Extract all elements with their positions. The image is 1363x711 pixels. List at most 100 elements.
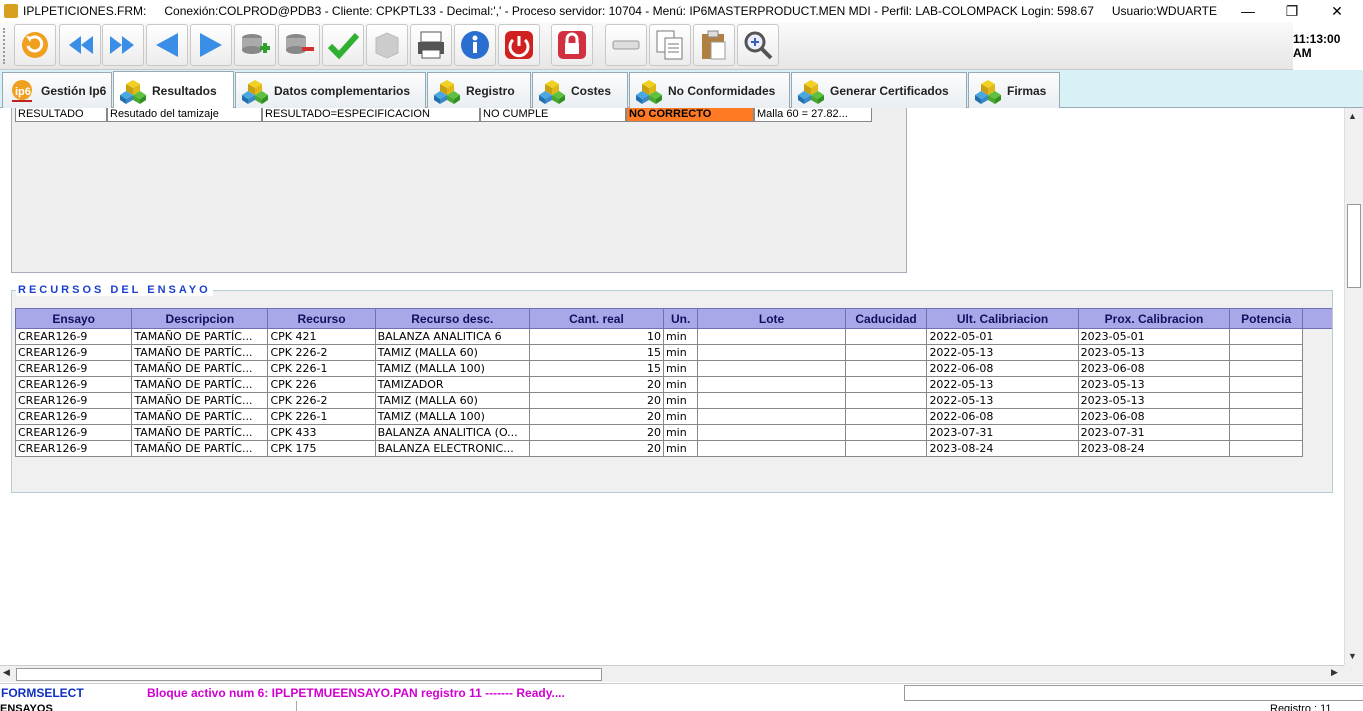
- table-cell[interactable]: TAMIZ (MALLA 100): [374, 360, 530, 377]
- table-cell[interactable]: 2023-06-08: [1077, 360, 1231, 377]
- table-cell[interactable]: TAMIZ (MALLA 100): [374, 408, 530, 425]
- table-row[interactable]: CREAR126-9 TAMAÑO DE PARTÍC... CPK 226-2 TA…: [14, 392, 1332, 409]
- table-cell[interactable]: 2022-06-08: [926, 408, 1079, 425]
- tab-costes[interactable]: Costes: [532, 72, 628, 108]
- resultado-cell[interactable]: RESULTADO: [15, 108, 107, 122]
- table-row[interactable]: CREAR126-9 TAMAÑO DE PARTÍC... CPK 226 TAMI…: [14, 376, 1332, 393]
- print-button[interactable]: [410, 24, 452, 66]
- table-cell[interactable]: 2022-05-13: [926, 376, 1079, 393]
- tab-firmas[interactable]: Firmas: [968, 72, 1060, 108]
- table-cell[interactable]: TAMAÑO DE PARTÍC...: [131, 328, 269, 345]
- table-cell[interactable]: 20: [528, 376, 664, 393]
- minimize-button[interactable]: —: [1225, 0, 1271, 22]
- lock-button[interactable]: [551, 24, 593, 66]
- table-cell[interactable]: 2023-05-13: [1077, 344, 1231, 361]
- table-cell[interactable]: BALANZA ANALITICA (O...: [374, 424, 530, 441]
- table-cell[interactable]: 2023-06-08: [1077, 408, 1231, 425]
- table-cell[interactable]: CREAR126-9: [14, 328, 133, 345]
- previous-button[interactable]: [146, 24, 188, 66]
- table-cell[interactable]: TAMAÑO DE PARTÍC...: [131, 440, 269, 457]
- table-row[interactable]: CREAR126-9 TAMAÑO DE PARTÍC... CPK 226-1 TA…: [14, 408, 1332, 425]
- first-record-button[interactable]: [59, 24, 101, 66]
- table-cell[interactable]: min: [662, 440, 699, 457]
- horizontal-scrollbar[interactable]: ◀ ▶: [0, 665, 1344, 682]
- table-cell[interactable]: 2022-05-13: [926, 344, 1079, 361]
- table-cell[interactable]: [844, 408, 928, 425]
- table-row[interactable]: CREAR126-9 TAMAÑO DE PARTÍC... CPK 175 BALA…: [14, 440, 1332, 457]
- table-cell[interactable]: [844, 360, 928, 377]
- table-cell[interactable]: CPK 421: [267, 328, 376, 345]
- close-button[interactable]: ✕: [1314, 0, 1360, 22]
- delete-record-button[interactable]: [278, 24, 320, 66]
- table-cell[interactable]: 2022-05-13: [926, 392, 1079, 409]
- table-cell[interactable]: CREAR126-9: [14, 440, 133, 457]
- resultado-row[interactable]: RESULTADO Resutado del tamizaje RESULTADO=…: [15, 108, 872, 122]
- add-record-button[interactable]: [234, 24, 276, 66]
- next-button[interactable]: [190, 24, 232, 66]
- table-cell[interactable]: CPK 226-1: [267, 408, 376, 425]
- table-cell[interactable]: [1229, 328, 1303, 345]
- tab-no-conformidades[interactable]: No Conformidades: [629, 72, 790, 108]
- table-cell[interactable]: CPK 226: [267, 376, 376, 393]
- table-cell[interactable]: 2023-07-31: [1077, 424, 1231, 441]
- column-header[interactable]: Prox. Calibracion: [1077, 308, 1231, 329]
- table-cell[interactable]: [697, 392, 846, 409]
- toolbar-grip[interactable]: [3, 28, 7, 64]
- table-cell[interactable]: TAMIZ (MALLA 60): [374, 392, 530, 409]
- table-cell[interactable]: 20: [528, 440, 664, 457]
- column-header[interactable]: Un.: [662, 308, 699, 329]
- column-header[interactable]: Ensayo: [14, 308, 133, 329]
- table-cell[interactable]: [697, 344, 846, 361]
- table-row[interactable]: CREAR126-9 TAMAÑO DE PARTÍC... CPK 226-1 TA…: [14, 360, 1332, 377]
- column-header[interactable]: Caducidad: [844, 308, 928, 329]
- column-header[interactable]: Recurso desc.: [374, 308, 530, 329]
- table-row[interactable]: CREAR126-9 TAMAÑO DE PARTÍC... CPK 226-2 TA…: [14, 344, 1332, 361]
- table-cell[interactable]: 2023-05-13: [1077, 392, 1231, 409]
- table-cell[interactable]: min: [662, 392, 699, 409]
- tab-generar-certificados[interactable]: Generar Certificados: [791, 72, 967, 108]
- table-cell[interactable]: CREAR126-9: [14, 408, 133, 425]
- table-cell[interactable]: TAMIZADOR: [374, 376, 530, 393]
- table-cell[interactable]: TAMAÑO DE PARTÍC...: [131, 360, 269, 377]
- table-cell[interactable]: CPK 433: [267, 424, 376, 441]
- table-cell[interactable]: CPK 226-1: [267, 360, 376, 377]
- box-button[interactable]: [366, 24, 408, 66]
- refresh-button[interactable]: [14, 24, 56, 66]
- tab-registro[interactable]: Registro: [427, 72, 531, 108]
- table-cell[interactable]: [844, 392, 928, 409]
- eraser-button[interactable]: [605, 24, 647, 66]
- table-cell[interactable]: [844, 440, 928, 457]
- table-cell[interactable]: 2023-07-31: [926, 424, 1079, 441]
- table-cell[interactable]: 20: [528, 408, 664, 425]
- table-cell[interactable]: CPK 226-2: [267, 344, 376, 361]
- table-cell[interactable]: [844, 344, 928, 361]
- table-cell[interactable]: 20: [528, 392, 664, 409]
- scroll-up-icon[interactable]: ▲: [1348, 111, 1357, 121]
- table-cell[interactable]: BALANZA ANALITICA 6: [374, 328, 530, 345]
- table-cell[interactable]: 2022-06-08: [926, 360, 1079, 377]
- column-header[interactable]: Recurso: [267, 308, 376, 329]
- table-cell[interactable]: 2022-05-01: [926, 328, 1079, 345]
- column-header[interactable]: Cant. real: [528, 308, 664, 329]
- table-cell[interactable]: min: [662, 360, 699, 377]
- table-cell[interactable]: CPK 175: [267, 440, 376, 457]
- table-cell[interactable]: TAMAÑO DE PARTÍC...: [131, 408, 269, 425]
- scroll-left-icon[interactable]: ◀: [3, 667, 10, 678]
- table-cell[interactable]: 20: [528, 424, 664, 441]
- table-cell[interactable]: 2023-08-24: [926, 440, 1079, 457]
- table-cell[interactable]: 15: [528, 360, 664, 377]
- table-cell[interactable]: [697, 424, 846, 441]
- resultado-cell[interactable]: RESULTADO=ESPECIFICACION: [262, 108, 480, 122]
- vertical-scroll-thumb[interactable]: [1347, 204, 1361, 288]
- table-cell[interactable]: [1229, 344, 1303, 361]
- table-cell[interactable]: 2023-05-01: [1077, 328, 1231, 345]
- table-cell[interactable]: TAMAÑO DE PARTÍC...: [131, 376, 269, 393]
- table-cell[interactable]: CREAR126-9: [14, 392, 133, 409]
- table-cell[interactable]: 15: [528, 344, 664, 361]
- table-cell[interactable]: [1229, 360, 1303, 377]
- table-cell[interactable]: [844, 424, 928, 441]
- scroll-right-icon[interactable]: ▶: [1331, 667, 1338, 678]
- table-cell[interactable]: [1229, 392, 1303, 409]
- accept-button[interactable]: [322, 24, 364, 66]
- table-cell[interactable]: [1229, 440, 1303, 457]
